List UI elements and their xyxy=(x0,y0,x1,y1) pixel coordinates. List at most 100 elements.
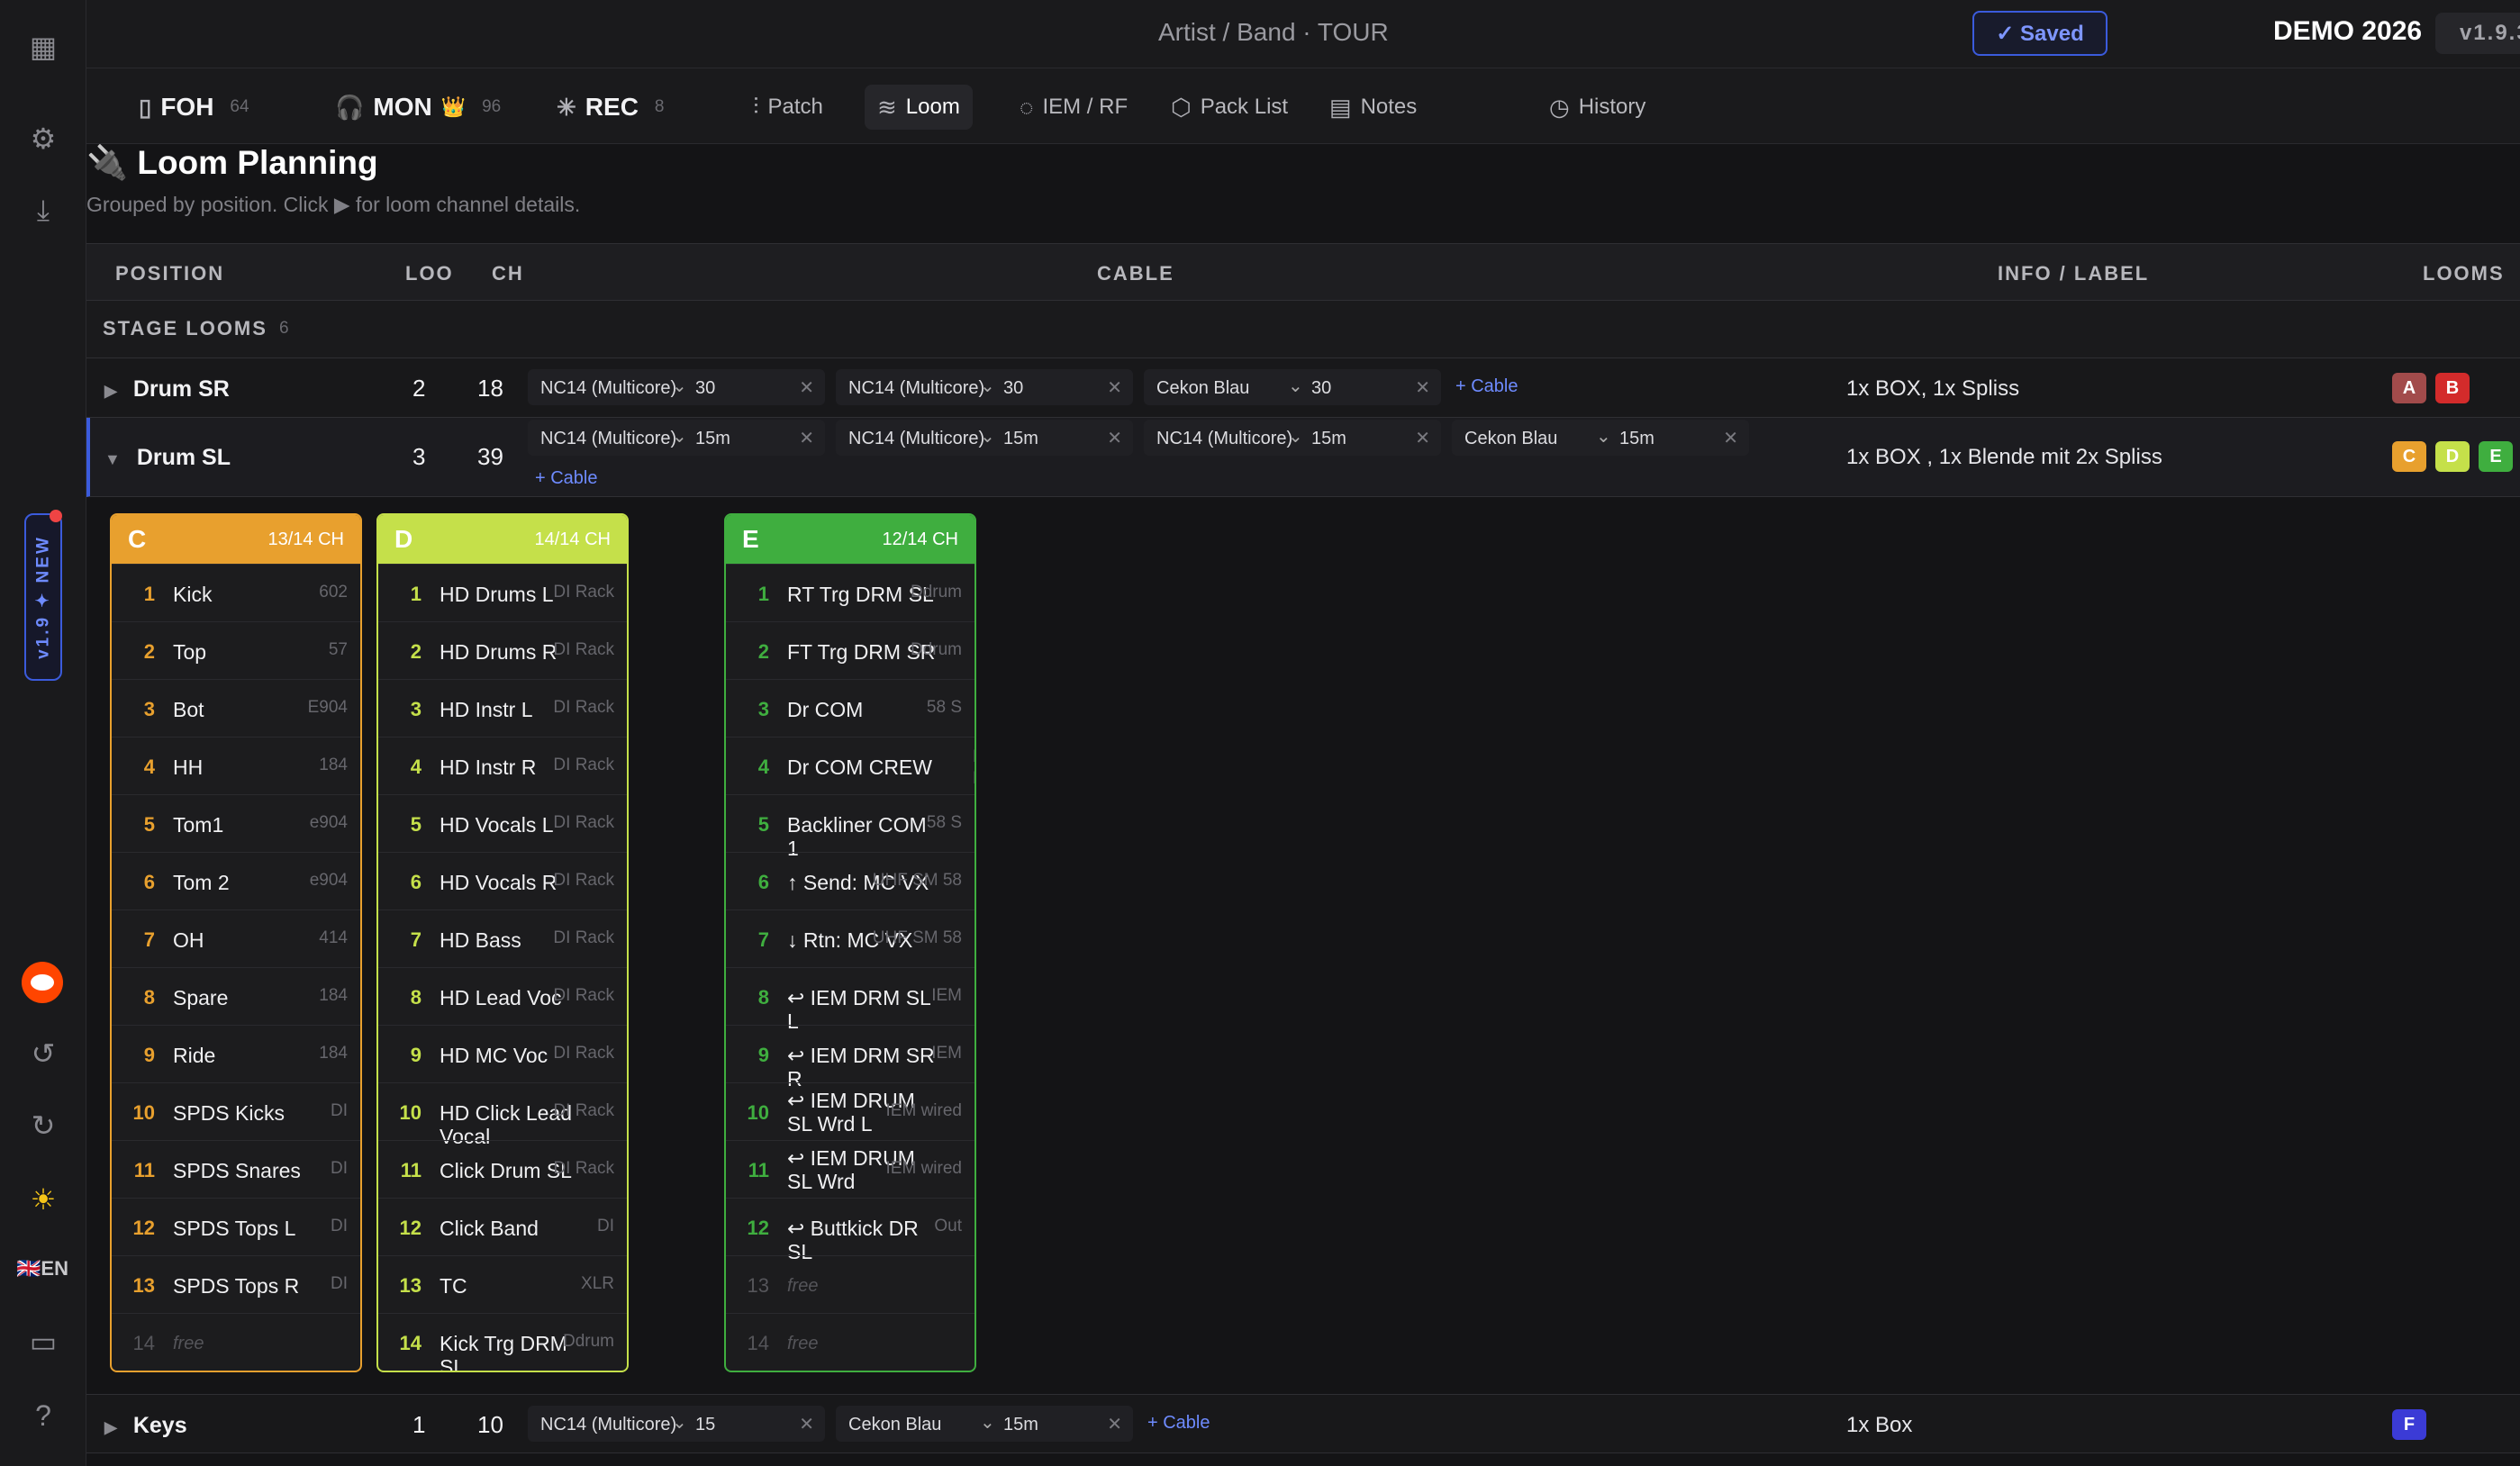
tab-pack-list[interactable]: ⬡ Pack List xyxy=(1158,85,1301,130)
loom-channel-row[interactable]: 9 Ride 184 xyxy=(112,1025,360,1082)
row-info[interactable]: 1x Box xyxy=(1846,1413,1912,1438)
cable-select[interactable]: NC14 (Multicore) ⌄ 15m ✕ xyxy=(1144,420,1441,456)
cable-select[interactable]: Cekon Blau ⌄ 30 ✕ xyxy=(1144,369,1441,405)
table-row-expanded[interactable]: ▼ Drum SL 3 39 NC14 (Multicore) ⌄ 15m ✕ NC14… xyxy=(86,418,2520,497)
undo-icon[interactable]: ↺ xyxy=(25,1036,61,1072)
loom-channel-row[interactable]: 13 SPDS Tops R DI xyxy=(112,1255,360,1313)
cable-length[interactable]: 15m xyxy=(1311,429,1346,449)
loom-channel-row[interactable]: 5 HD Vocals L DI Rack xyxy=(378,794,627,852)
book-icon[interactable]: ▭ xyxy=(25,1324,61,1360)
cable-length[interactable]: 30 xyxy=(1003,378,1023,399)
loom-channel-row[interactable]: 4 HD Instr R DI Rack xyxy=(378,737,627,794)
loom-channel-row[interactable]: 14 Kick Trg DRM SL Ddrum xyxy=(378,1313,627,1371)
row-position[interactable]: ▼ Drum SL xyxy=(104,445,231,471)
loom-channel-row[interactable]: 6 HD Vocals R DI Rack xyxy=(378,852,627,909)
loom-channel-row[interactable]: 13 free xyxy=(726,1255,974,1313)
cable-length[interactable]: 15m xyxy=(1003,1415,1038,1435)
row-position[interactable]: ▶ Keys xyxy=(104,1413,187,1439)
close-icon[interactable]: ✕ xyxy=(799,1413,814,1435)
loom-channel-row[interactable]: 4 Dr COM CREW Radial Hotshot xyxy=(726,737,974,794)
new-version-badge[interactable]: v1.9 ✦ NEW xyxy=(24,510,62,681)
loom-channel-row[interactable]: 10 ↩ IEM DRUM SL Wrd L IEM wired xyxy=(726,1082,974,1140)
cable-select[interactable]: NC14 (Multicore) ⌄ 15m ✕ xyxy=(528,420,825,456)
loom-channel-row[interactable]: 11 ↩ IEM DRUM SL Wrd IEM wired xyxy=(726,1140,974,1198)
loom-channel-row[interactable]: 4 HH 184 xyxy=(112,737,360,794)
tab-patch[interactable]: ⫶ Patch xyxy=(740,85,836,130)
add-cable-button[interactable]: + Cable xyxy=(1455,376,1518,397)
cable-select[interactable]: NC14 (Multicore) ⌄ 30 ✕ xyxy=(836,369,1133,405)
sun-icon[interactable]: ☀ xyxy=(25,1181,61,1217)
cable-length[interactable]: 30 xyxy=(695,378,715,399)
loom-channel-row[interactable]: 1 Kick 602 xyxy=(112,564,360,621)
tab-rec[interactable]: ✳ REC 8 xyxy=(544,85,677,130)
loom-badge[interactable]: C xyxy=(2392,441,2426,472)
cable-length[interactable]: 15m xyxy=(695,429,730,449)
close-icon[interactable]: ✕ xyxy=(1107,427,1122,449)
loom-channel-row[interactable]: 13 TC XLR xyxy=(378,1255,627,1313)
loom-channel-row[interactable]: 7 HD Bass DI Rack xyxy=(378,909,627,967)
close-icon[interactable]: ✕ xyxy=(799,376,814,399)
loom-channel-row[interactable]: 11 SPDS Snares DI xyxy=(112,1140,360,1198)
gear-icon[interactable]: ⚙ xyxy=(25,121,61,157)
close-icon[interactable]: ✕ xyxy=(1415,376,1430,399)
cable-length[interactable]: 15m xyxy=(1619,429,1654,449)
collapse-icon[interactable]: ▼ xyxy=(104,450,121,468)
add-cable-button[interactable]: + Cable xyxy=(535,468,598,489)
loom-badge[interactable]: E xyxy=(2479,441,2513,472)
loom-channel-row[interactable]: 9 ↩ IEM DRM SR R IEM xyxy=(726,1025,974,1090)
tab-history[interactable]: ◷ History xyxy=(1536,85,1658,130)
loom-channel-row[interactable]: 2 HD Drums R DI Rack xyxy=(378,621,627,679)
loom-channel-row[interactable]: 8 ↩ IEM DRM SL L IEM xyxy=(726,967,974,1033)
expand-icon[interactable]: ▶ xyxy=(104,382,117,400)
tab-loom[interactable]: ≋ Loom xyxy=(865,85,973,130)
cable-select[interactable]: NC14 (Multicore) ⌄ 15 ✕ xyxy=(528,1406,825,1442)
loom-channel-row[interactable]: 6 ↑ Send: MC VX UHF SM 58 xyxy=(726,852,974,909)
grid-logo-icon[interactable]: ▦ xyxy=(25,29,61,65)
close-icon[interactable]: ✕ xyxy=(1107,376,1122,399)
loom-channel-row[interactable]: 2 FT Trg DRM SR Ddrum xyxy=(726,621,974,679)
loom-channel-row[interactable]: 3 Dr COM 58 S xyxy=(726,679,974,737)
loom-channel-row[interactable]: 7 OH 414 xyxy=(112,909,360,967)
loom-channel-row[interactable]: 8 HD Lead Voc DI Rack xyxy=(378,967,627,1025)
loom-channel-row[interactable]: 1 HD Drums L DI Rack xyxy=(378,564,627,621)
loom-badge[interactable]: D xyxy=(2435,441,2470,472)
tab-notes[interactable]: ▤ Notes xyxy=(1317,85,1429,130)
language-switch[interactable]: 🇬🇧EN xyxy=(16,1257,68,1280)
loom-channel-row[interactable]: 3 HD Instr L DI Rack xyxy=(378,679,627,737)
loom-channel-row[interactable]: 5 Backliner COM 1 58 S xyxy=(726,794,974,860)
tab-iem-rf[interactable]: ◌ IEM / RF xyxy=(1007,85,1140,130)
tab-mon[interactable]: 🎧 MON 👑 96 xyxy=(322,85,513,130)
loom-channel-row[interactable]: 10 HD Click Lead Vocal DI Rack xyxy=(378,1082,627,1148)
loom-channel-row[interactable]: 12 SPDS Tops L DI xyxy=(112,1198,360,1255)
cable-length[interactable]: 15m xyxy=(1003,429,1038,449)
loom-channel-row[interactable]: 12 Click Band DI xyxy=(378,1198,627,1255)
table-row[interactable]: ▶ Keys 1 10 NC14 (Multicore) ⌄ 15 ✕ Cekon Bl… xyxy=(86,1394,2520,1453)
loom-channel-row[interactable]: 7 ↓ Rtn: MC VX UHF SM 58 xyxy=(726,909,974,967)
loom-channel-row[interactable]: 14 free xyxy=(112,1313,360,1371)
close-icon[interactable]: ✕ xyxy=(799,427,814,449)
redo-icon[interactable]: ↻ xyxy=(25,1108,61,1144)
add-cable-button[interactable]: + Cable xyxy=(1147,1413,1210,1434)
loom-badge[interactable]: F xyxy=(2392,1409,2426,1440)
row-position[interactable]: ▶ Drum SR xyxy=(104,376,230,403)
loom-badge[interactable]: B xyxy=(2435,373,2470,403)
loom-channel-row[interactable]: 2 Top 57 xyxy=(112,621,360,679)
loom-badge[interactable]: A xyxy=(2392,373,2426,403)
loom-channel-row[interactable]: 1 RT Trg DRM SL Ddrum xyxy=(726,564,974,621)
cable-length[interactable]: 15 xyxy=(695,1415,715,1435)
cable-select[interactable]: Cekon Blau ⌄ 15m ✕ xyxy=(1452,420,1749,456)
loom-channel-row[interactable]: 9 HD MC Voc DI Rack xyxy=(378,1025,627,1082)
loom-channel-row[interactable]: 8 Spare 184 xyxy=(112,967,360,1025)
loom-channel-row[interactable]: 12 ↩ Buttkick DR SL Out xyxy=(726,1198,974,1263)
loom-channel-row[interactable]: 11 Click Drum SL DI Rack xyxy=(378,1140,627,1198)
loom-channel-row[interactable]: 3 Bot E904 xyxy=(112,679,360,737)
tab-foh[interactable]: ▯ FOH 64 xyxy=(126,85,262,130)
reddit-icon[interactable] xyxy=(22,962,63,1003)
download-icon[interactable]: ⤓ xyxy=(25,193,61,229)
cable-select[interactable]: NC14 (Multicore) ⌄ 30 ✕ xyxy=(528,369,825,405)
row-info[interactable]: 1x BOX , 1x Blende mit 2x Spliss xyxy=(1846,445,2162,470)
row-info[interactable]: 1x BOX, 1x Spliss xyxy=(1846,376,2019,402)
expand-icon[interactable]: ▶ xyxy=(104,1418,117,1436)
close-icon[interactable]: ✕ xyxy=(1107,1413,1122,1435)
saved-button[interactable]: ✓ Saved xyxy=(1972,11,2108,56)
